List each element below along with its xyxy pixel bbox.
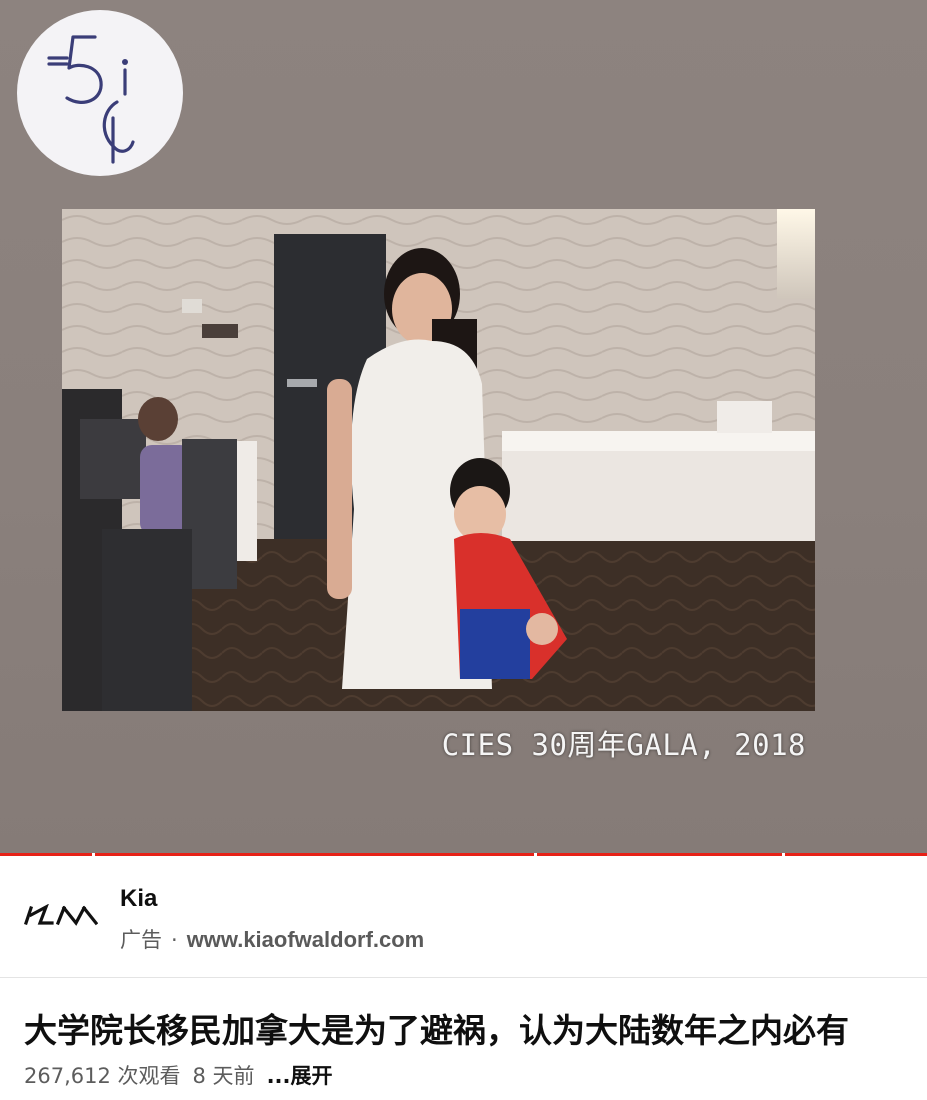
ad-meta: 广告 · www.kiaofwaldorf.com — [120, 924, 424, 954]
ad-banner[interactable]: Kia 广告 · www.kiaofwaldorf.com — [0, 868, 927, 976]
advertiser-name[interactable]: Kia — [120, 885, 157, 913]
video-frame-photo — [62, 209, 815, 711]
video-title[interactable]: 大学院长移民加拿大是为了避祸，认为大陆数年之内必有 — [24, 1004, 927, 1050]
video-player[interactable]: CIES 30周年GALA, 2018 — [0, 0, 927, 856]
channel-logo-icon — [17, 10, 183, 176]
divider — [0, 977, 927, 978]
expand-description-button[interactable]: ...展开 — [267, 1064, 333, 1088]
meta-separator: · — [171, 928, 178, 952]
upload-age: 8 天前 — [192, 1064, 255, 1088]
video-title-container: 大学院长移民加拿大是为了避祸，认为大陆数年之内必有 — [0, 990, 927, 1050]
ad-url-link[interactable]: www.kiaofwaldorf.com — [187, 927, 425, 952]
view-count: 267,612 次观看 — [24, 1064, 181, 1088]
chapter-marker — [92, 853, 95, 856]
video-stats: 267,612 次观看 8 天前 ...展开 — [24, 1060, 345, 1090]
ad-label: 广告 — [120, 928, 162, 952]
video-caption: CIES 30周年GALA, 2018 — [441, 728, 806, 762]
chapter-marker — [534, 853, 537, 856]
progress-bar[interactable] — [0, 853, 927, 856]
kia-logo-icon — [24, 904, 98, 926]
chapter-marker — [782, 853, 785, 856]
